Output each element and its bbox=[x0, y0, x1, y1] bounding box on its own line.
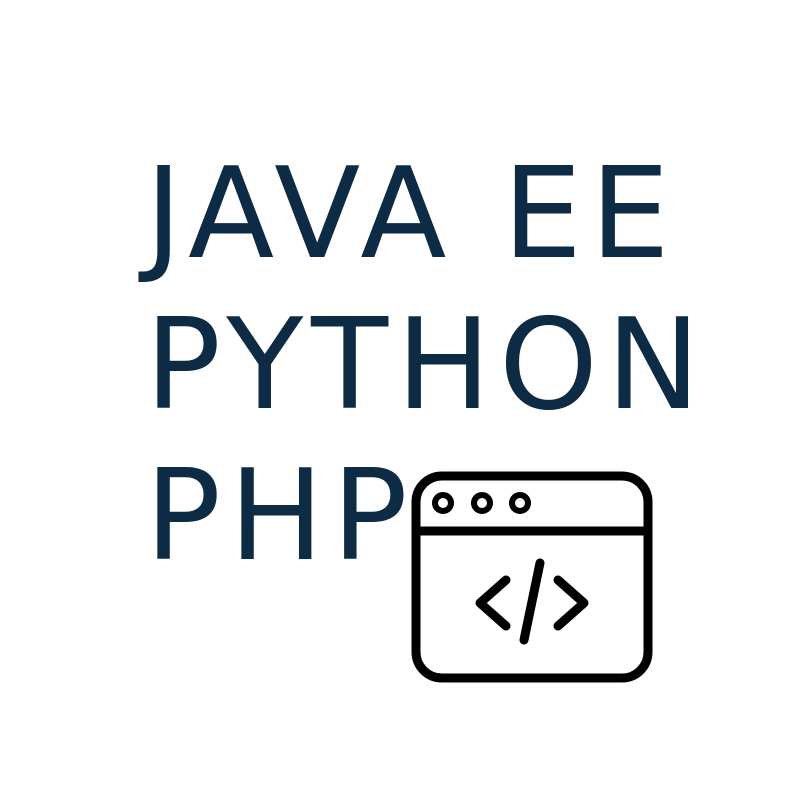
text-python: PYTHON bbox=[145, 291, 709, 438]
code-bracket-left-icon bbox=[475, 575, 511, 631]
poster: JAVA EE PYTHON PHP bbox=[0, 0, 800, 800]
code-slash-icon bbox=[519, 558, 545, 645]
text-php: PHP bbox=[145, 442, 416, 589]
window-dot-icon bbox=[432, 492, 454, 514]
browser-code-icon bbox=[411, 471, 653, 683]
code-bracket-right-icon bbox=[553, 575, 589, 631]
text-java-ee: JAVA EE bbox=[145, 140, 678, 287]
window-dot-icon bbox=[509, 492, 531, 514]
window-dot-icon bbox=[471, 492, 493, 514]
